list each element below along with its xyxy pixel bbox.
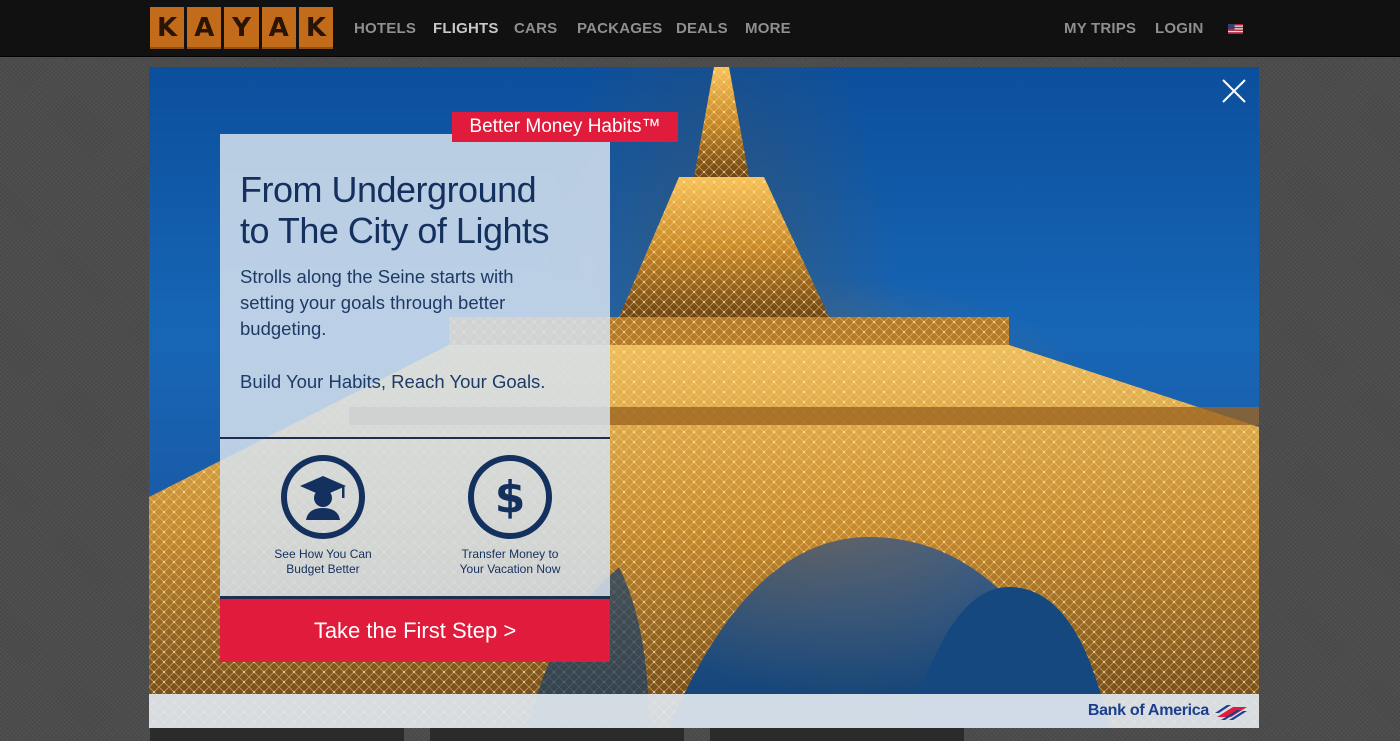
promo-body: Strolls along the Seine starts with sett… (240, 264, 590, 342)
logo-letter: K (298, 7, 334, 49)
transfer-money-link[interactable]: $ Transfer Money to Your Vacation Now (435, 454, 585, 577)
take-first-step-button[interactable]: Take the First Step > (220, 599, 610, 662)
nav-cars[interactable]: CARS (514, 20, 557, 37)
logo-letter: A (261, 7, 296, 49)
action-label-line: Transfer Money to (461, 547, 559, 561)
promo-tagline: Build Your Habits, Reach Your Goals. (240, 371, 546, 392)
logo-letter: A (187, 7, 222, 49)
background-results (150, 728, 1260, 741)
promo-card-text-panel: From Underground to The City of Lights S… (220, 134, 610, 437)
headline-line: From Underground (240, 169, 537, 210)
action-label-line: Your Vacation Now (459, 562, 561, 576)
bank-of-america-logo-text[interactable]: Bank of America (1088, 702, 1209, 720)
action-label-line: Budget Better (286, 562, 360, 576)
kayak-logo[interactable]: K A Y A K (150, 7, 334, 49)
action-label-line: See How You Can (274, 547, 372, 561)
nav-deals[interactable]: DEALS (676, 20, 728, 37)
nav-my-trips[interactable]: MY TRIPS (1064, 20, 1136, 37)
result-thumbnail (710, 728, 964, 741)
body-line: Strolls along the Seine starts with (240, 266, 514, 287)
budget-better-link[interactable]: See How You Can Budget Better (248, 454, 398, 577)
us-flag-icon[interactable] (1228, 24, 1243, 34)
better-money-habits-badge: Better Money Habits™ (452, 112, 678, 142)
bank-of-america-flag-icon (1215, 705, 1247, 720)
logo-letter: K (150, 7, 185, 49)
dollar-icon: $ (468, 455, 552, 539)
promo-headline: From Underground to The City of Lights (240, 169, 590, 251)
promo-actions-panel: See How You Can Budget Better $ Transfer… (220, 439, 610, 596)
close-icon[interactable] (1221, 78, 1247, 104)
nav-more[interactable]: MORE (745, 20, 791, 37)
promo-modal: From Underground to The City of Lights S… (149, 67, 1259, 728)
graduate-icon (281, 455, 365, 539)
sponsor-bar: Bank of America (149, 694, 1259, 728)
svg-text:$: $ (495, 472, 526, 523)
nav-flights[interactable]: FLIGHTS (433, 20, 499, 37)
nav-packages[interactable]: PACKAGES (577, 20, 663, 37)
nav-hotels[interactable]: HOTELS (354, 20, 416, 37)
logo-letter: Y (224, 7, 259, 49)
body-line: setting your goals through better (240, 292, 506, 313)
promo-card: From Underground to The City of Lights S… (220, 134, 610, 728)
action-label: See How You Can Budget Better (248, 547, 398, 577)
result-thumbnail (430, 728, 684, 741)
result-thumbnail (150, 728, 404, 741)
body-line: budgeting. (240, 318, 327, 339)
action-label: Transfer Money to Your Vacation Now (435, 547, 585, 577)
headline-line: to The City of Lights (240, 210, 550, 251)
top-navigation-bar: K A Y A K HOTELS FLIGHTS CARS PACKAGES D… (0, 0, 1400, 57)
nav-login[interactable]: LOGIN (1155, 20, 1204, 37)
